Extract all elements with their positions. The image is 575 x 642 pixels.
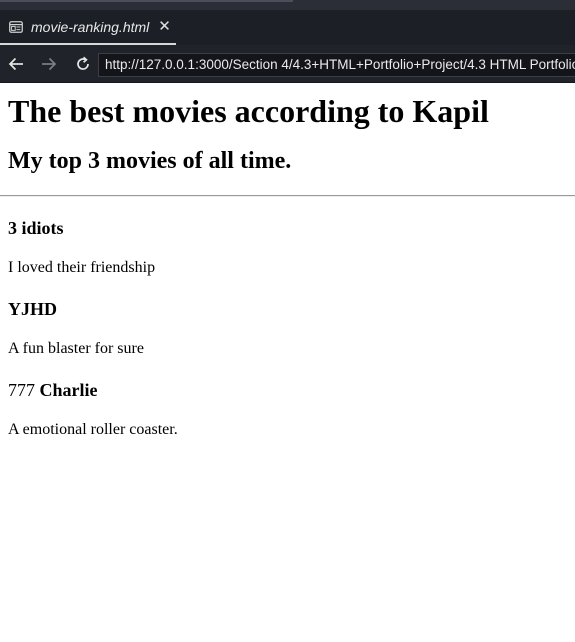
tab-movie-ranking[interactable]: movie-ranking.html ✕: [0, 10, 176, 45]
page-subheading: My top 3 movies of all time.: [8, 148, 292, 174]
reload-button[interactable]: [72, 53, 94, 75]
movie-title-text: 3 idiots: [8, 218, 64, 238]
movie-title-3: 777 Charlie: [8, 379, 567, 401]
movie-description-1: I loved their friendship: [8, 259, 156, 276]
page-icon: [9, 20, 23, 33]
tab-title: movie-ranking.html: [31, 18, 150, 35]
window-top-accent: [0, 0, 293, 2]
back-button[interactable]: [5, 53, 27, 75]
movie-title-1: 3 idiots: [8, 217, 567, 239]
movie-title-prefix: 777: [8, 380, 35, 400]
window-top-strip: [0, 0, 575, 10]
arrow-left-icon: [8, 57, 23, 70]
address-bar[interactable]: http://127.0.0.1:3000/Section 4/4.3+HTML…: [98, 53, 575, 77]
movie-title-2: YJHD: [8, 298, 567, 320]
movie-description-2: A fun blaster for sure: [8, 340, 144, 357]
forward-button[interactable]: [38, 53, 60, 75]
movie-title-text: Charlie: [39, 380, 98, 400]
reload-icon: [77, 56, 89, 70]
navigation-bar: http://127.0.0.1:3000/Section 4/4.3+HTML…: [0, 45, 575, 83]
divider: [0, 195, 575, 197]
close-icon[interactable]: ✕: [158, 19, 171, 34]
tab-bar: movie-ranking.html ✕: [0, 10, 575, 45]
arrow-right-icon: [42, 57, 57, 70]
movie-title-text: YJHD: [8, 299, 57, 319]
page-content: The best movies according to Kapil My to…: [0, 92, 575, 440]
movie-description-3: A emotional roller coaster.: [8, 421, 178, 438]
page-heading: The best movies according to Kapil: [8, 93, 489, 129]
